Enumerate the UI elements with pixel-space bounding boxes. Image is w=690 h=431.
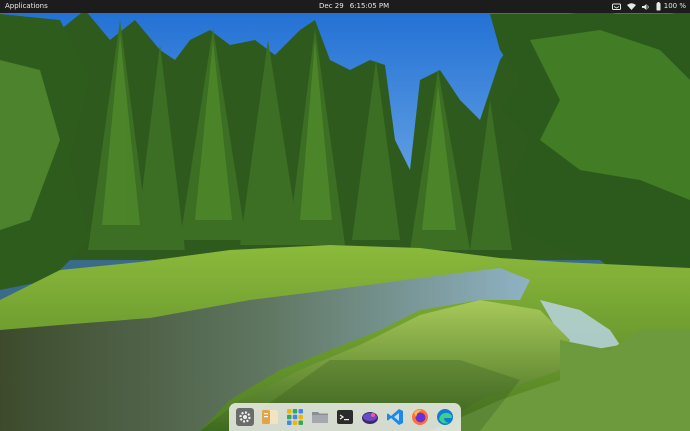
battery-percent: 100 % [663, 2, 686, 10]
settings-icon[interactable] [235, 407, 256, 428]
applications-label: Applications [5, 2, 48, 10]
top-panel: Applications Dec 29 6:15:05 PM 100 % [0, 0, 690, 13]
clock-date: Dec 29 [319, 2, 344, 10]
notifications-icon[interactable] [611, 0, 621, 13]
system-tray: 100 % [611, 0, 686, 13]
desktop: Applications Dec 29 6:15:05 PM 100 % [0, 0, 690, 431]
desktop-wallpaper [0, 0, 690, 431]
edge-icon[interactable] [435, 407, 456, 428]
volume-icon[interactable] [641, 0, 650, 13]
dock [229, 403, 461, 431]
app-center-icon[interactable] [285, 407, 306, 428]
slack-icon[interactable] [360, 407, 381, 428]
vscode-icon[interactable] [385, 407, 406, 428]
terminal-icon[interactable] [335, 407, 356, 428]
network-icon[interactable] [626, 0, 636, 13]
clock-time: 6:15:05 PM [349, 2, 390, 10]
applications-menu-button[interactable]: Applications [5, 0, 48, 13]
folder-icon[interactable] [310, 407, 331, 428]
files-icon[interactable] [260, 407, 281, 428]
firefox-icon[interactable] [410, 407, 431, 428]
battery-icon[interactable] [656, 0, 661, 13]
clock-date-time[interactable]: Dec 29 6:15:05 PM [319, 0, 389, 13]
